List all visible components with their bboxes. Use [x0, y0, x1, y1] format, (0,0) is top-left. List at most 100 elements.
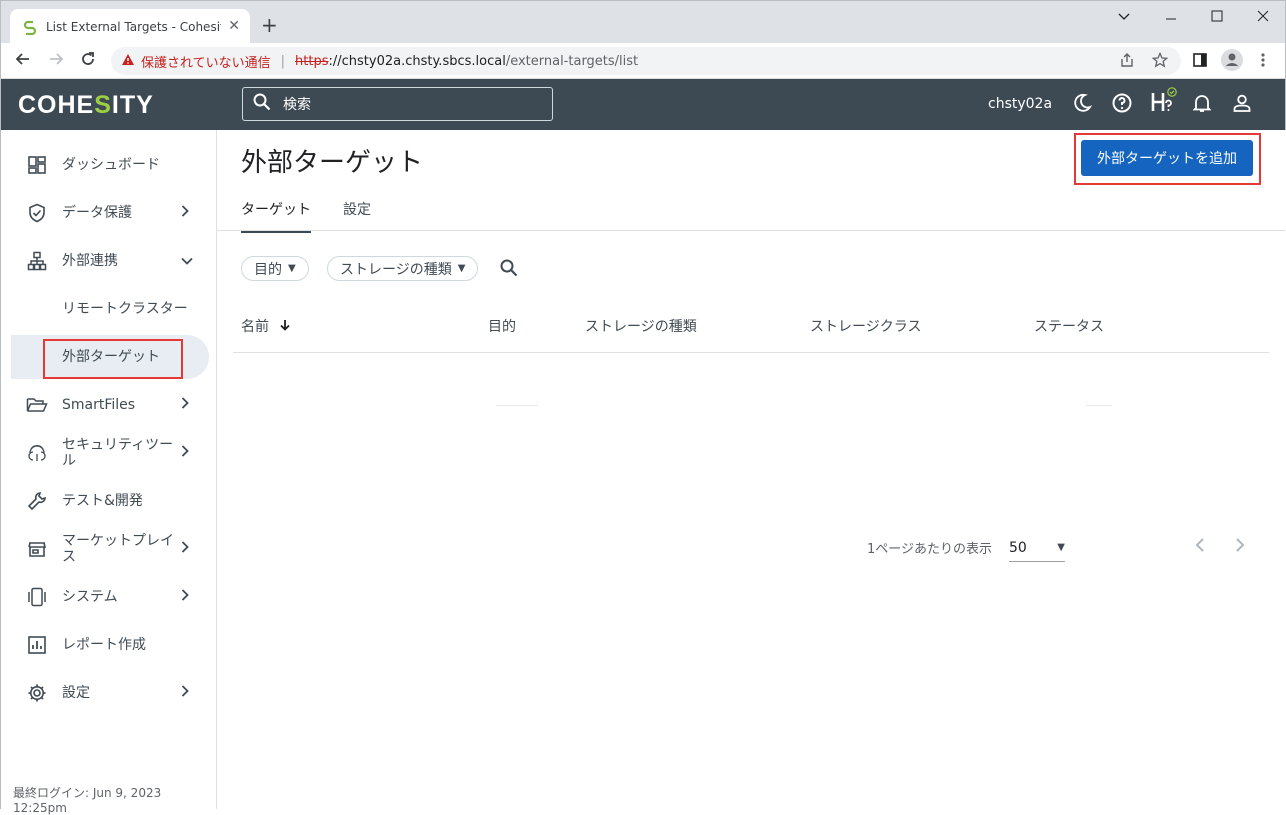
logo-text-s: S [94, 91, 112, 119]
column-header-storage-type[interactable]: ストレージの種類 [585, 316, 697, 336]
sidebar-item-dashboard[interactable]: ダッシュボード [1, 143, 217, 187]
sidebar-item-marketplace[interactable]: マーケットプレイ ス [1, 527, 217, 571]
items-per-page-select[interactable]: 50 ▼ [1009, 534, 1065, 562]
help-icon[interactable] [1112, 93, 1132, 118]
sidebar-item-reporting[interactable]: レポート作成 [1, 623, 217, 667]
wrench-icon [25, 489, 49, 513]
tab-bar: ターゲット 設定 [241, 199, 403, 233]
dashboard-icon [25, 153, 49, 177]
items-per-page-value: 50 [1009, 539, 1027, 556]
reload-icon[interactable] [80, 51, 96, 72]
tab-search-chevron-icon[interactable] [1118, 7, 1130, 26]
cluster-name[interactable]: chsty02a [988, 96, 1052, 112]
sidebar-item-label: リモートクラスター [62, 301, 188, 317]
sidebar-item-system[interactable]: システム [1, 575, 217, 619]
sidebar-item-settings[interactable]: 設定 [1, 671, 217, 715]
global-search-input[interactable]: 検索 [242, 87, 553, 121]
sidebar-item-remote-clusters[interactable]: リモートクラスター [1, 287, 217, 331]
url-scheme: https [295, 53, 329, 69]
next-page-icon[interactable] [1235, 534, 1245, 558]
side-panel-icon[interactable] [1192, 52, 1208, 72]
insecure-warning-text: 保護されていない通信 [141, 55, 271, 71]
browser-menu-icon[interactable] [1260, 52, 1266, 72]
tab-divider [217, 230, 1285, 231]
chevron-right-icon [181, 205, 189, 221]
items-per-page-label: 1ページあたりの表示 [867, 542, 993, 557]
loading-placeholder [1086, 405, 1112, 406]
new-tab-icon[interactable]: + [261, 13, 278, 37]
sidebar-item-label: ダッシュボード [62, 157, 160, 173]
share-icon[interactable] [1119, 52, 1135, 72]
search-icon [253, 93, 271, 115]
caret-down-icon: ▼ [288, 263, 296, 274]
filter-label: 目的 [254, 261, 282, 278]
tab-title: List External Targets - Cohesity D [46, 19, 221, 34]
bookmark-star-icon[interactable] [1151, 51, 1169, 72]
column-header-name[interactable]: 名前 [241, 316, 291, 336]
browser-toolbar: 保護されていない通信 | https ://chsty02a.chsty.sbc… [0, 43, 1286, 79]
app-header: COHESITY 検索 chsty02a [0, 79, 1286, 130]
filter-purpose-chip[interactable]: 目的 ▼ [241, 256, 309, 281]
minimize-icon[interactable] [1165, 7, 1177, 26]
notifications-bell-icon[interactable] [1192, 93, 1212, 118]
filter-search-icon[interactable] [499, 258, 519, 282]
sidebar-item-data-protection[interactable]: データ保護 [1, 191, 217, 235]
fingerprint-icon [25, 441, 49, 465]
user-account-icon[interactable] [1232, 93, 1252, 118]
system-device-icon [25, 585, 49, 609]
tab-settings[interactable]: 設定 [343, 199, 371, 233]
loading-placeholder [496, 405, 538, 406]
chevron-down-icon [181, 253, 193, 269]
chevron-right-icon [181, 685, 189, 701]
sidebar-item-test-dev[interactable]: テスト&開発 [1, 479, 217, 523]
cohesity-favicon-icon [22, 19, 38, 35]
header-divider [233, 352, 1269, 353]
address-bar[interactable]: 保護されていない通信 | https ://chsty02a.chsty.sbc… [111, 47, 1181, 75]
caret-down-icon: ▼ [457, 263, 466, 274]
health-status-icon[interactable] [1150, 87, 1178, 120]
cohesity-logo[interactable]: COHESITY [18, 91, 154, 120]
sidebar-item-label: データ保護 [62, 205, 132, 221]
tab-close-icon[interactable]: ✕ [228, 18, 240, 34]
column-header-status[interactable]: ステータス [1034, 316, 1104, 336]
sidebar-item-label: SmartFiles [62, 397, 136, 413]
folder-open-icon [25, 393, 49, 417]
sidebar-item-external-connections[interactable]: 外部連携 [1, 239, 217, 283]
chevron-right-icon [181, 445, 189, 461]
gear-icon [25, 681, 49, 705]
previous-page-icon[interactable] [1195, 534, 1205, 558]
logo-text-pre: COHE [18, 91, 95, 119]
url-path: /external-targets/list [505, 53, 639, 69]
window-close-icon[interactable] [1257, 7, 1269, 26]
column-header-purpose[interactable]: 目的 [488, 316, 516, 336]
omnibox-separator: | [280, 53, 286, 69]
chevron-right-icon [181, 397, 189, 413]
shield-icon [25, 201, 49, 225]
main-content: 外部ターゲット 外部ターゲットを追加 ターゲット 設定 目的 ▼ ストレージの種… [217, 130, 1285, 809]
highlight-box-sidebar [43, 339, 183, 379]
browser-titlebar: List External Targets - Cohesity D ✕ + [0, 0, 1286, 44]
last-login-text: 最終ログイン: Jun 9, 2023 12:25pm [13, 786, 162, 815]
sidebar-item-label: システム [62, 589, 118, 605]
sidebar-item-smartfiles[interactable]: SmartFiles [1, 383, 217, 427]
sidebar-item-label: 外部連携 [62, 253, 118, 269]
sidebar-item-security-tools[interactable]: セキュリティツー ル [1, 431, 217, 475]
sort-arrow-down-icon [279, 319, 291, 335]
store-icon [25, 537, 49, 561]
filter-label: ストレージの種類 [340, 261, 452, 278]
sidebar-item-label: レポート作成 [62, 637, 146, 653]
logo-text-post: ITY [111, 91, 154, 119]
profile-avatar-icon[interactable] [1221, 49, 1243, 75]
browser-tab[interactable]: List External Targets - Cohesity D ✕ [10, 9, 250, 44]
chevron-right-icon [181, 541, 189, 557]
page-title: 外部ターゲット [241, 148, 424, 178]
filter-storage-type-chip[interactable]: ストレージの種類 ▼ [327, 256, 479, 281]
dark-mode-moon-icon[interactable] [1072, 93, 1093, 118]
column-header-storage-class[interactable]: ストレージクラス [810, 316, 921, 336]
forward-icon[interactable] [48, 51, 64, 72]
column-header-label: 名前 [241, 319, 269, 335]
maximize-icon[interactable] [1211, 7, 1223, 26]
search-placeholder: 検索 [283, 97, 311, 113]
back-icon[interactable] [15, 51, 31, 72]
tab-targets[interactable]: ターゲット [241, 199, 311, 233]
